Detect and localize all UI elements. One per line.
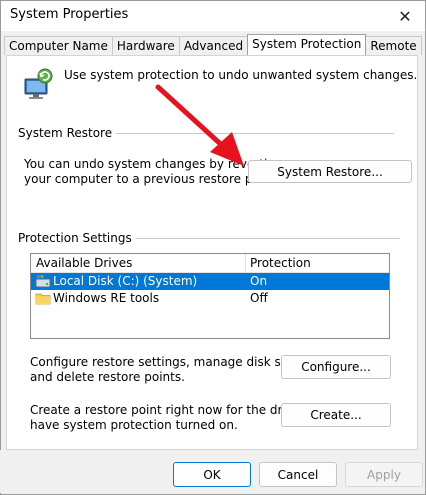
list-header: Available Drives Protection: [31, 254, 389, 273]
column-separator: [245, 254, 246, 272]
intro-text: Use system protection to undo unwanted s…: [64, 68, 418, 82]
drive-protection-status: Off: [250, 291, 268, 305]
tab-computer-name[interactable]: Computer Name: [4, 36, 113, 55]
system-protection-icon: [24, 68, 53, 99]
drives-list[interactable]: Available Drives Protection Local Disk (…: [30, 253, 390, 339]
ok-button-label: OK: [203, 467, 221, 482]
configure-button[interactable]: Configure...: [281, 355, 391, 379]
tab-remote[interactable]: Remote: [365, 36, 422, 55]
column-header-protection[interactable]: Protection: [250, 256, 311, 270]
configure-description-line2: and delete restore points.: [30, 370, 185, 384]
close-icon: ✕: [398, 6, 412, 26]
list-item[interactable]: Windows RE tools Off: [31, 290, 389, 307]
system-restore-button-label: System Restore...: [277, 164, 383, 179]
window-title: System Properties: [10, 7, 129, 22]
drive-protection-status: On: [250, 274, 268, 288]
system-restore-description-line1: You can undo system changes by reverting: [24, 157, 283, 171]
cancel-button-label: Cancel: [277, 467, 319, 482]
drive-icon: [35, 275, 51, 288]
configure-description-line1: Configure restore settings, manage disk …: [30, 355, 314, 369]
tab-strip: Computer Name Hardware Advanced System P…: [4, 34, 422, 56]
create-button[interactable]: Create...: [281, 403, 391, 427]
protection-settings-group-label: Protection Settings: [18, 231, 136, 246]
tab-system-protection[interactable]: System Protection: [247, 34, 367, 55]
title-bar: System Properties ✕: [1, 1, 425, 31]
system-restore-description-line2: your computer to a previous restore poin…: [24, 172, 280, 186]
apply-button[interactable]: Apply: [345, 462, 423, 487]
cancel-button[interactable]: Cancel: [259, 462, 337, 487]
create-description-line2: have system protection turned on.: [30, 418, 238, 432]
tab-advanced[interactable]: Advanced: [178, 36, 249, 55]
system-restore-button[interactable]: System Restore...: [248, 160, 412, 183]
drive-name: Windows RE tools: [53, 291, 160, 305]
system-restore-group-label: System Restore: [18, 126, 117, 141]
folder-icon: [35, 293, 51, 305]
list-item[interactable]: Local Disk (C:) (System) On: [31, 273, 389, 290]
drive-name: Local Disk (C:) (System): [53, 274, 198, 288]
apply-button-label: Apply: [367, 467, 401, 482]
column-header-available-drives[interactable]: Available Drives: [36, 256, 132, 270]
create-button-label: Create...: [310, 408, 362, 422]
tab-hardware[interactable]: Hardware: [111, 36, 180, 55]
configure-button-label: Configure...: [301, 360, 371, 374]
ok-button[interactable]: OK: [173, 462, 251, 487]
close-button[interactable]: ✕: [385, 1, 425, 31]
